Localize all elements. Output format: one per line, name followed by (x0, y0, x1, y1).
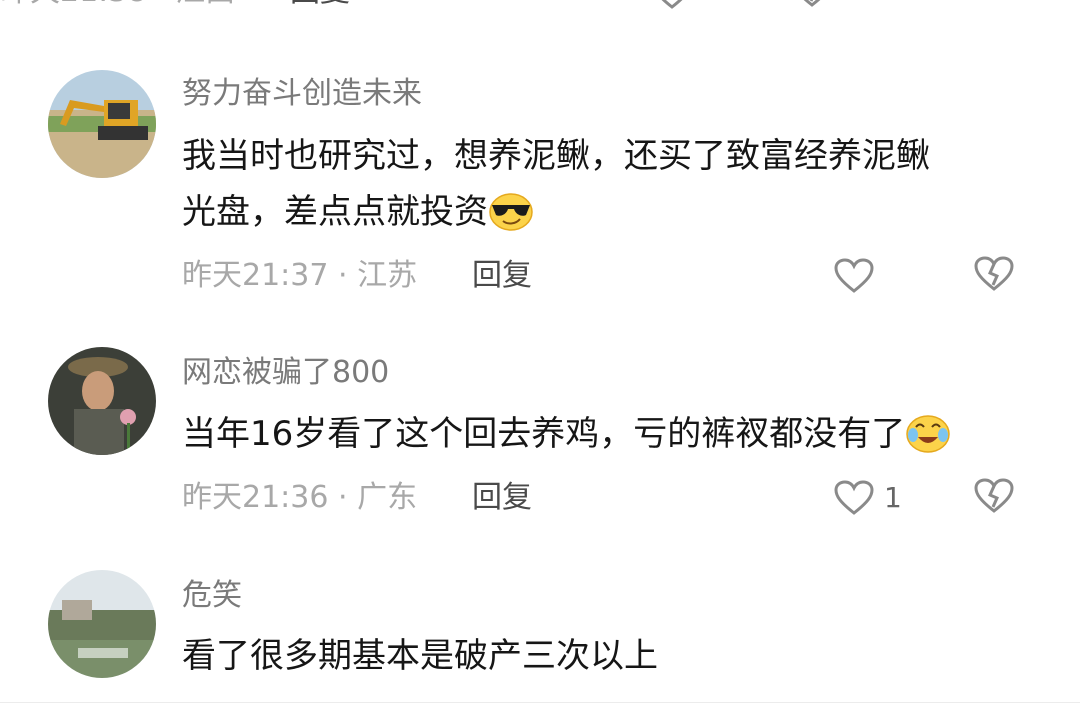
avatar[interactable] (48, 347, 156, 455)
comment-time: 昨天21:36 · 广东 (182, 480, 418, 515)
partial-comment-meta: 昨天21:38 · 江西 回复 (0, 0, 1080, 14)
comment-text-line: 光盘，差点点就投资 (182, 184, 1042, 240)
comment-text-line: 当年16岁看了这个回去养鸡，亏的裤衩都没有了 (182, 406, 1042, 462)
bottom-divider (0, 702, 1080, 703)
like-button[interactable] (652, 0, 692, 14)
reply-button[interactable]: 回复 (472, 254, 532, 298)
heart-icon (834, 258, 874, 293)
broken-heart-icon (974, 478, 1014, 513)
like-button[interactable] (834, 254, 884, 298)
dislike-button[interactable] (974, 256, 1014, 296)
reply-button[interactable]: 回复 (472, 476, 532, 520)
dislike-button[interactable] (792, 0, 832, 12)
heart-icon (661, 0, 683, 9)
username[interactable]: 努力奋斗创造未来 (182, 74, 422, 114)
dislike-button[interactable] (974, 478, 1014, 518)
comment-text-line: 看了很多期基本是破产三次以上 (182, 636, 658, 676)
username[interactable]: 网恋被骗了800 (182, 353, 389, 393)
like-count: 1 (884, 481, 902, 514)
comment-time: 昨天21:38 · 江西 (0, 0, 235, 14)
avatar[interactable] (48, 70, 156, 178)
comment-text-line: 我当时也研究过，想养泥鳅，还买了致富经养泥鳅 (182, 136, 930, 176)
heart-icon (834, 480, 874, 515)
crying-laughing-emoji-icon (905, 413, 951, 453)
comment-time: 昨天21:37 · 江苏 (182, 258, 418, 293)
comment-meta: 昨天21:36 · 广东 回复 1 (182, 476, 1080, 520)
comment-text: 我当时也研究过，想养泥鳅，还买了致富经养泥鳅 光盘，差点点就投资 (182, 128, 1042, 240)
broken-heart-icon (803, 0, 821, 7)
broken-heart-icon (974, 256, 1014, 291)
comment-text: 看了很多期基本是破产三次以上 (182, 628, 1042, 684)
comment-text: 当年16岁看了这个回去养鸡，亏的裤衩都没有了 (182, 406, 1042, 462)
username[interactable]: 危笑 (182, 576, 242, 616)
comment-meta: 昨天21:37 · 江苏 回复 (182, 254, 1080, 298)
like-button[interactable]: 1 (834, 476, 902, 520)
cool-sunglasses-emoji-icon (488, 191, 534, 231)
reply-button[interactable]: 回复 (290, 0, 350, 14)
avatar[interactable] (48, 570, 156, 678)
